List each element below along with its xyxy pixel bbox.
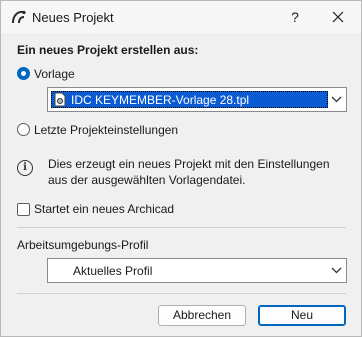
chevron-down-icon: [331, 96, 342, 103]
template-dropdown-value: IDC KEYMEMBER-Vorlage 28.tpl: [71, 93, 250, 107]
cancel-button[interactable]: Abbrechen: [158, 305, 246, 326]
profile-dropdown-value: Aktuelles Profil: [73, 264, 153, 278]
close-button[interactable]: [321, 5, 355, 29]
start-new-archicad-checkbox[interactable]: [17, 203, 30, 216]
info-icon: i: [17, 160, 33, 176]
create-from-heading: Ein neues Projekt erstellen aus:: [17, 43, 199, 57]
divider: [17, 227, 346, 228]
new-button[interactable]: Neu: [258, 305, 346, 326]
window-title: Neues Projekt: [32, 10, 114, 25]
divider: [17, 293, 346, 294]
help-button[interactable]: ?: [279, 5, 311, 29]
info-text: Dies erzeugt ein neues Projekt mit den E…: [48, 157, 330, 187]
last-settings-radio-label: Letzte Projekteinstellungen: [34, 123, 179, 137]
last-settings-radio[interactable]: [17, 123, 30, 136]
title-bar: Neues Projekt ?: [1, 1, 361, 33]
template-radio[interactable]: [17, 67, 30, 80]
new-project-dialog: Neues Projekt ? Ein neues Projekt erstel…: [0, 0, 362, 337]
chevron-down-icon: [331, 267, 342, 274]
close-icon: [332, 11, 344, 23]
template-dropdown[interactable]: IDC KEYMEMBER-Vorlage 28.tpl: [47, 87, 347, 112]
profile-dropdown[interactable]: Aktuelles Profil: [47, 258, 347, 283]
profile-label: Arbeitsumgebungs-Profil: [17, 238, 149, 252]
template-radio-label: Vorlage: [34, 67, 75, 81]
archicad-logo-icon: [12, 10, 26, 24]
start-new-archicad-label: Startet ein neues Archicad: [34, 202, 175, 216]
template-file-icon: [54, 92, 66, 107]
